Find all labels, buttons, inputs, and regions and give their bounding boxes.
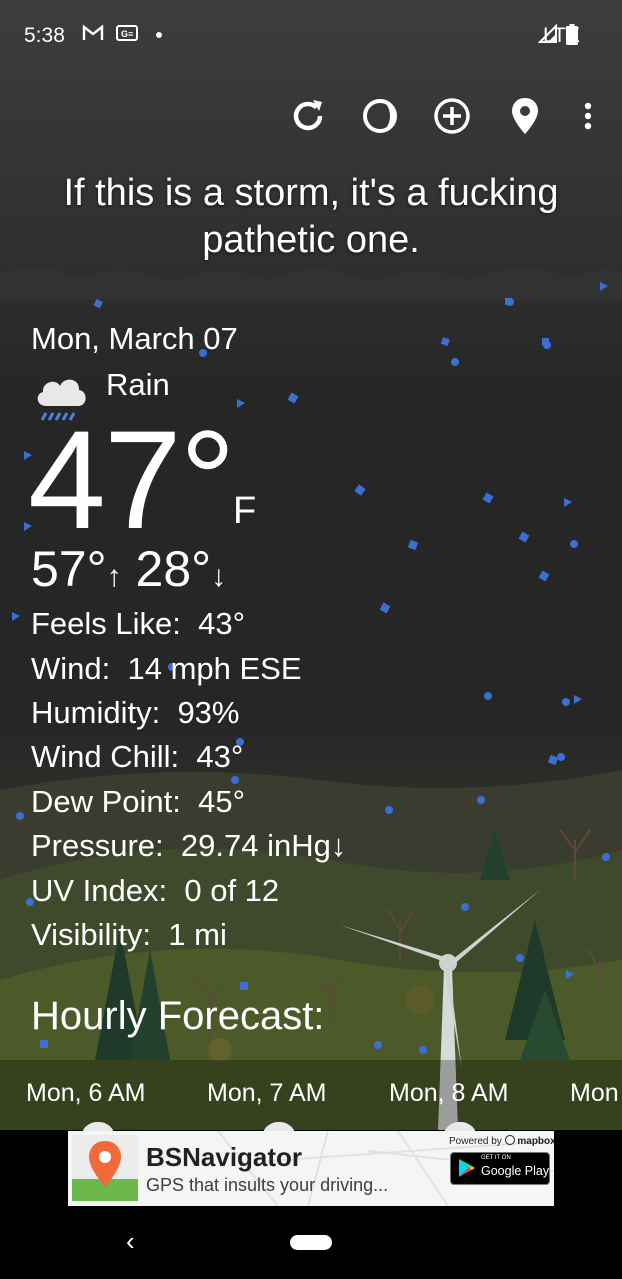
detail-dew-point: Dew Point: 45° [31, 784, 245, 820]
dot-icon [154, 24, 164, 47]
hourly-item[interactable]: Mon [570, 1079, 619, 1108]
detail-value: 1 mi [168, 917, 227, 952]
high-arrow-icon: ↑ [106, 560, 122, 593]
more-vert-icon[interactable] [566, 94, 610, 138]
forecast-date: Mon, March 07 [31, 321, 238, 356]
detail-value: 43° [196, 739, 244, 774]
weather-quote: If this is a storm, it's a fucking pathe… [63, 172, 559, 261]
low-temp: 28° [135, 541, 212, 597]
detail-wind: Wind: 14 mph ESE [31, 651, 302, 687]
refresh-icon[interactable] [286, 94, 330, 138]
detail-label: Feels Like: [31, 606, 181, 641]
detail-value: 93% [177, 695, 240, 730]
condition-text: Rain [106, 367, 170, 402]
signal-icon [537, 23, 558, 49]
status-bar: 5:38 G≡ LTE [0, 0, 622, 72]
battery-icon [566, 24, 578, 51]
ad-title: BSNavigator [146, 1142, 303, 1172]
detail-wind-chill: Wind Chill: 43° [31, 739, 243, 775]
powered-by-text: Powered by [449, 1136, 502, 1147]
ad-banner[interactable]: BSNavigator GPS that insults your drivin… [68, 1131, 554, 1206]
detail-value: 45° [198, 784, 246, 819]
hourly-item[interactable]: Mon, 8 AM [389, 1079, 509, 1108]
news-icon: G≡ [116, 24, 138, 47]
hourly-item[interactable]: Mon, 7 AM [207, 1079, 327, 1108]
hourly-item[interactable]: Mon, 6 AM [26, 1079, 146, 1108]
store-name: Google Play [481, 1164, 550, 1178]
add-location-icon[interactable] [430, 94, 474, 138]
google-play-icon [458, 1158, 476, 1183]
weather-screen: 5:38 G≡ LTE If this is a storm, it's a f… [0, 0, 622, 1279]
moon-phase-icon[interactable] [358, 94, 402, 138]
ad-powered-by: Powered by mapbox [449, 1135, 554, 1147]
google-play-badge[interactable]: GET IT ON Google Play [450, 1152, 550, 1185]
status-time: 5:38 [24, 24, 65, 47]
mapbox-logo-icon [504, 1135, 515, 1145]
detail-value: 14 mph ESE [127, 651, 302, 686]
high-low-temps: 57°↑ 28°↓ [31, 540, 226, 598]
detail-visibility: Visibility: 1 mi [31, 917, 227, 953]
current-temperature: 47° [28, 401, 236, 558]
location-pin-icon[interactable] [503, 94, 547, 138]
detail-label: UV Index: [31, 873, 168, 908]
gmail-icon [82, 24, 104, 47]
high-temp: 57° [31, 541, 107, 597]
detail-humidity: Humidity: 93% [31, 695, 239, 731]
store-small-text: GET IT ON [481, 1155, 511, 1161]
home-pill-icon[interactable] [290, 1235, 332, 1250]
detail-value: 43° [198, 606, 246, 641]
low-arrow-icon: ↓ [211, 560, 227, 593]
detail-value: 29.74 inHg↓ [180, 828, 347, 863]
ad-app-icon [72, 1135, 138, 1201]
detail-value: 0 of 12 [184, 873, 280, 908]
detail-feels-like: Feels Like: 43° [31, 606, 245, 642]
detail-label: Wind Chill: [31, 739, 180, 774]
svg-text:G≡: G≡ [121, 29, 133, 39]
detail-uv-index: UV Index: 0 of 12 [31, 873, 279, 909]
detail-label: Humidity: [31, 695, 161, 730]
detail-label: Visibility: [31, 917, 152, 952]
ad-subtitle: GPS that insults your driving... [146, 1175, 389, 1195]
detail-label: Wind: [31, 651, 111, 686]
powered-brand: mapbox [517, 1136, 554, 1147]
hourly-forecast-title: Hourly Forecast: [31, 994, 325, 1038]
detail-label: Pressure: [31, 828, 164, 863]
temperature-unit: F [233, 490, 257, 532]
back-icon[interactable]: ‹ [126, 1226, 135, 1257]
detail-label: Dew Point: [31, 784, 181, 819]
detail-pressure: Pressure: 29.74 inHg↓ [31, 828, 346, 864]
